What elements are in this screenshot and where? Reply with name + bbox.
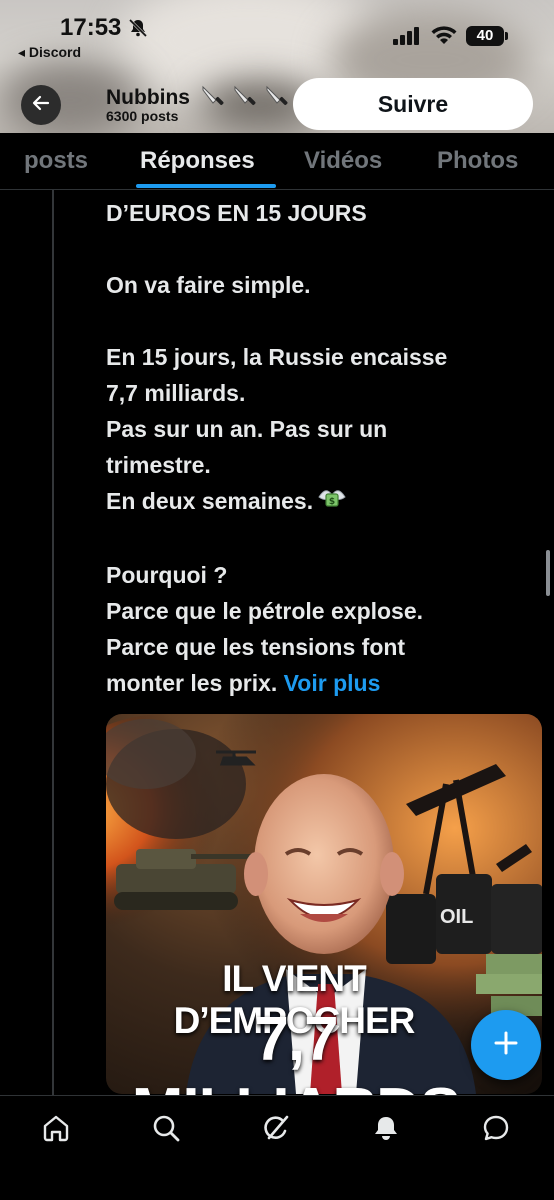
follow-button[interactable]: Suivre — [293, 78, 533, 130]
plus-icon — [492, 1029, 520, 1062]
post-line: Parce que le pétrole explose. — [106, 597, 424, 624]
bell-slash-icon — [128, 18, 148, 43]
back-button[interactable] — [21, 85, 61, 125]
arrow-left-icon — [31, 93, 51, 118]
status-time: 17:53 — [60, 14, 122, 41]
svg-text:$: $ — [329, 497, 335, 507]
post-line: trimestre. — [106, 452, 211, 478]
tab-videos[interactable]: Vidéos — [304, 147, 382, 175]
tab-replies[interactable]: Réponses — [140, 147, 255, 175]
oil-barrel-label: OIL — [440, 906, 474, 928]
post-line: monter les prix. Voir plus — [106, 665, 526, 701]
battery-icon: 40 — [466, 26, 508, 46]
post-count: 6300 posts — [106, 108, 179, 124]
notifications-icon[interactable] — [368, 1110, 404, 1146]
post-line: Pourquoi ? — [106, 561, 228, 588]
thread-line — [52, 190, 54, 1095]
post-line: Pas sur un an. Pas sur un — [106, 416, 388, 442]
profile-name: Nubbins — [106, 86, 190, 109]
post-line: En 15 jours, la Russie encaisse — [106, 344, 448, 370]
profile-tabs: posts Réponses Vidéos Photos — [0, 133, 554, 190]
back-to-app-link[interactable]: ◂ Discord — [18, 44, 81, 61]
scrollbar-thumb[interactable] — [546, 550, 550, 596]
active-tab-indicator — [136, 184, 276, 188]
post-line-text: monter les prix. — [106, 669, 278, 696]
see-more-link[interactable]: Voir plus — [284, 670, 381, 696]
bottom-nav — [0, 1095, 554, 1200]
tab-posts[interactable]: posts — [24, 147, 88, 175]
tab-photos[interactable]: Photos — [437, 147, 518, 175]
messages-icon[interactable] — [478, 1110, 514, 1146]
wifi-icon — [430, 24, 458, 51]
grok-icon[interactable] — [258, 1110, 294, 1146]
post-line: Parce que les tensions font — [106, 633, 406, 660]
compose-button[interactable] — [471, 1010, 541, 1080]
knife-emoji-icons — [200, 84, 290, 110]
post-line: On va faire simple. — [106, 272, 311, 298]
home-icon[interactable] — [38, 1110, 74, 1146]
post-line-text: En deux semaines. — [106, 488, 314, 514]
post-text[interactable]: D’EUROS EN 15 JOURS On va faire simple. … — [106, 195, 526, 701]
signal-icon — [393, 27, 421, 50]
money-with-wings-icon: $ — [317, 485, 347, 521]
search-icon[interactable] — [148, 1110, 184, 1146]
post-line: D’EUROS EN 15 JOURS — [106, 200, 367, 226]
post-line: En deux semaines. $ — [106, 483, 526, 521]
post-line: 7,7 milliards. — [106, 380, 246, 406]
